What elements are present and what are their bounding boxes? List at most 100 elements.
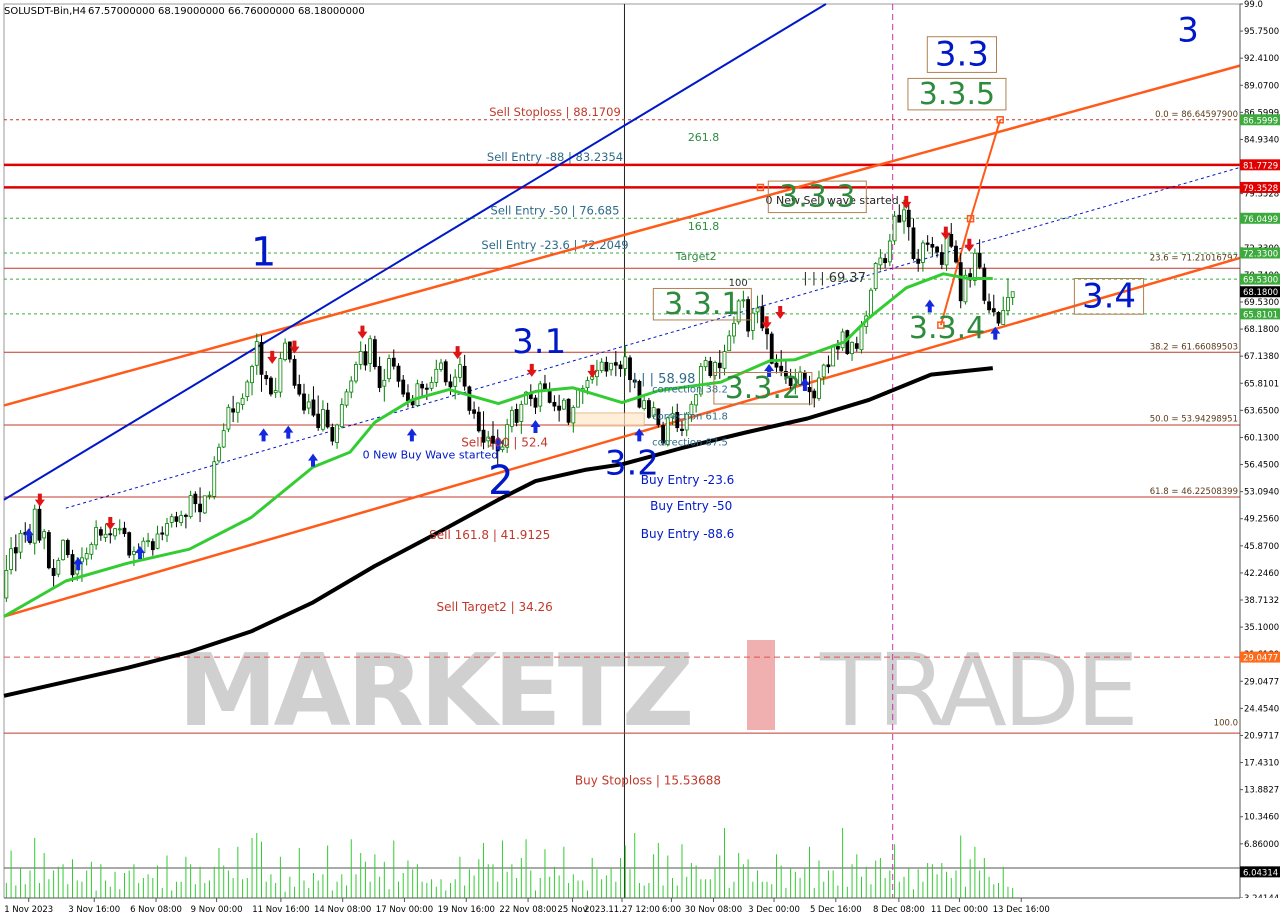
wave-label-10: 3.3.5 — [919, 77, 995, 112]
x-tick-label: 19 Nov 16:00 — [438, 905, 495, 915]
candle-body — [84, 553, 89, 560]
watermark-right-text: TRADE — [819, 632, 1135, 749]
candle-body — [354, 364, 358, 382]
candle-body — [391, 357, 396, 367]
candle-body — [13, 547, 18, 554]
candle-body — [906, 209, 911, 228]
candle-body — [420, 383, 425, 389]
wave-label-11: 3 — [1177, 10, 1199, 50]
candle-body — [703, 360, 708, 368]
candle-body — [807, 387, 812, 393]
candle-body — [930, 244, 935, 248]
price-tag-text-7: 65.8101 — [1243, 310, 1278, 320]
candle-body — [453, 376, 458, 387]
candle-body — [732, 322, 736, 337]
price-tag-text-0: 86.5999 — [1243, 116, 1278, 126]
candle-body — [557, 405, 562, 411]
header-ohlc: 67.57000000 68.19000000 66.76000000 68.1… — [88, 6, 365, 17]
y-tick-label: 53.0940 — [1244, 488, 1279, 498]
candle-body — [552, 401, 557, 407]
annotation-0: 261.8 — [688, 131, 720, 144]
candle-body — [538, 383, 543, 407]
candle-body — [722, 351, 727, 369]
annotation-16: Sell Target2 | 34.26 — [437, 600, 553, 614]
x-tick-label: 14 Nov 08:00 — [314, 905, 371, 915]
candle-body — [462, 365, 467, 387]
correction-zone-box — [567, 412, 645, 427]
candle-body — [9, 548, 13, 570]
candle-body — [826, 364, 831, 368]
candle-body — [1010, 291, 1015, 298]
candle-body — [424, 387, 429, 390]
header-symbol: SOLUSDT-Bin,H4 — [4, 6, 86, 17]
annotation-9: Sell 100 | 52.4 — [461, 436, 548, 450]
candle-body — [325, 409, 330, 428]
candle-body — [117, 528, 122, 531]
fib-label-2: 38.2 = 61.66089503 — [1150, 343, 1238, 353]
annotation-14: Buy Entry -88.6 — [641, 527, 735, 541]
candle-body — [113, 528, 117, 537]
candle-body — [264, 375, 269, 380]
candle-body — [358, 350, 363, 365]
x-tick-label: 8 Dec 08:00 — [873, 905, 925, 915]
y-tick-label: 65.8101 — [1244, 379, 1279, 389]
x-tick-label: 13 Dec 16:00 — [993, 905, 1050, 915]
y-tick-label: 24.4540 — [1244, 704, 1279, 714]
candle-body — [202, 495, 207, 514]
x-tick-label: 11 Dec 00:00 — [931, 905, 988, 915]
candle-body — [335, 424, 339, 444]
candle-body — [434, 368, 439, 383]
candle-body — [717, 362, 722, 369]
x-tick-label: 9 Nov 00:00 — [191, 905, 243, 915]
y-tick-label: 92.4100 — [1244, 54, 1279, 64]
candle-body — [250, 366, 254, 384]
candle-body — [311, 399, 316, 416]
candle-body — [174, 516, 179, 522]
annotation-6: correction 38.2 — [652, 384, 728, 395]
fib-label-4: 61.8 = 46.22508399 — [1150, 487, 1238, 497]
candle-body — [604, 361, 609, 372]
candle-body — [254, 341, 259, 366]
candle-body — [547, 389, 552, 403]
candle-body — [320, 409, 325, 430]
candle-body — [387, 358, 391, 380]
candle-body — [514, 408, 519, 423]
y-tick-label: 13.8827 — [1244, 786, 1279, 796]
candle-body — [902, 209, 906, 222]
candle-body — [372, 339, 377, 368]
candle-body — [854, 343, 859, 349]
candle-body — [897, 214, 902, 223]
candle-body — [349, 380, 354, 393]
candle-body — [977, 252, 982, 268]
candle-body — [883, 258, 888, 264]
candle-body — [89, 543, 94, 555]
candle-body — [850, 341, 854, 355]
candle-body — [958, 262, 963, 302]
x-tick-label: 30 Nov 08:00 — [685, 905, 742, 915]
candle-body — [415, 383, 420, 406]
candle-body — [179, 515, 184, 524]
candle-body — [207, 494, 212, 497]
candle-body — [103, 533, 108, 538]
x-tick-label: 3 Nov 16:00 — [68, 905, 120, 915]
candle-body — [1006, 297, 1010, 312]
price-tag-text-9: 6.04314 — [1243, 868, 1278, 878]
candle-body — [543, 383, 547, 390]
y-tick-label: 45.8700 — [1244, 542, 1279, 552]
candle-body — [576, 388, 580, 408]
y-tick-label: 49.2560 — [1244, 515, 1279, 525]
candle-body — [448, 381, 453, 388]
candle-body — [935, 246, 940, 253]
y-tick-label: 99.0 — [1244, 0, 1263, 10]
candle-body — [599, 361, 604, 372]
y-tick-label: 89.0700 — [1244, 81, 1279, 91]
annotation-2: Target2 — [675, 250, 717, 263]
candle-body — [146, 540, 151, 543]
y-tick-label: 10.3460 — [1244, 813, 1279, 823]
candle-body — [571, 407, 576, 424]
candle-body — [859, 325, 864, 351]
annotation-7: correction 61.8 — [652, 411, 728, 422]
candle-body — [878, 257, 883, 266]
fib-label-5: 100.0 — [1214, 718, 1238, 728]
candle-body — [302, 393, 306, 411]
